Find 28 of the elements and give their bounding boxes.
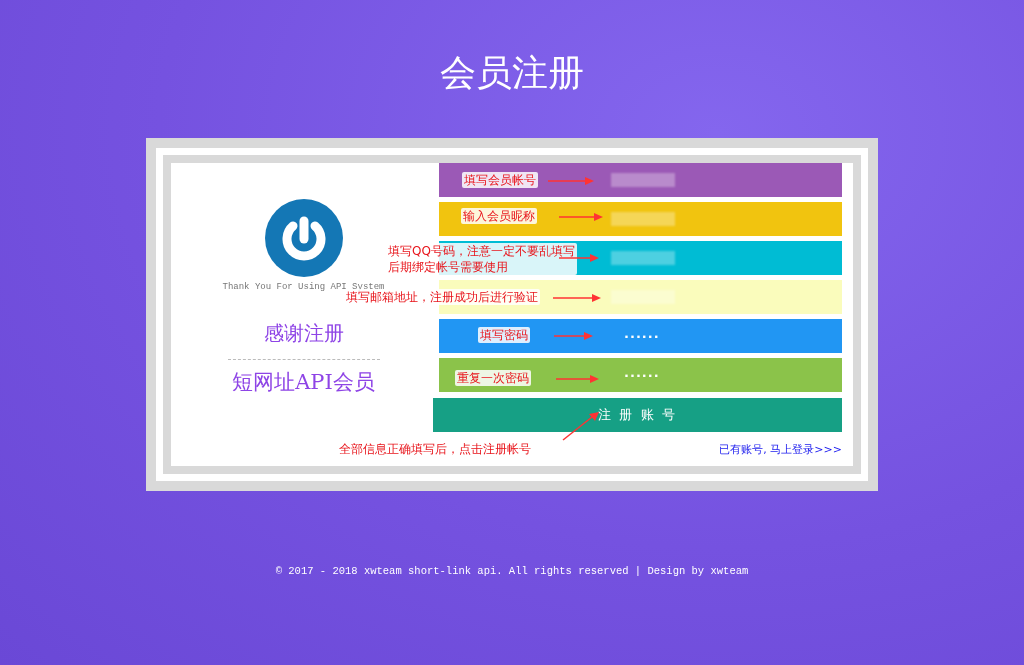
register-button[interactable]: 注 册 账 号: [433, 398, 842, 432]
thanks-heading: 感谢注册: [263, 320, 344, 347]
login-link[interactable]: 已有账号, 马上登录>>>: [719, 442, 842, 457]
arrow: [554, 332, 593, 340]
arrow: [559, 213, 603, 221]
power-logo-icon: [264, 199, 343, 277]
password-value: ······: [624, 328, 660, 344]
arrow: [548, 177, 594, 185]
arrow: [562, 412, 599, 441]
password-value: ······: [624, 367, 660, 383]
arrow: [556, 375, 599, 383]
input-field[interactable]: [439, 163, 842, 197]
arrow: [553, 294, 601, 302]
annotation-note: 全部信息正确填写后，点击注册帐号: [337, 441, 533, 457]
member-subheading: 短网址API会员: [232, 369, 375, 396]
annotation-note: 填写邮箱地址，注册成功后进行验证: [344, 289, 540, 305]
annotation-note: 重复一次密码: [455, 370, 531, 386]
page-title: 会员注册: [440, 52, 584, 95]
annotation-note: 输入会员昵称: [461, 208, 537, 224]
annotation-note: 填写密码: [478, 327, 530, 343]
input-field[interactable]: [439, 202, 842, 236]
annotation-note: 填写会员帐号: [462, 172, 538, 188]
footer-text: © 2017 - 2018 xwteam short-link api. All rights reserved | Design by xwteam: [275, 565, 749, 577]
annotation-note: 填写QQ号码，注意一定不要乱填写 后期绑定帐号需要使用: [386, 243, 577, 275]
blurred-value: [611, 251, 675, 265]
blurred-value: [611, 173, 675, 187]
tagline: Thank You For Using API System: [222, 282, 385, 292]
blurred-value: [611, 212, 675, 226]
